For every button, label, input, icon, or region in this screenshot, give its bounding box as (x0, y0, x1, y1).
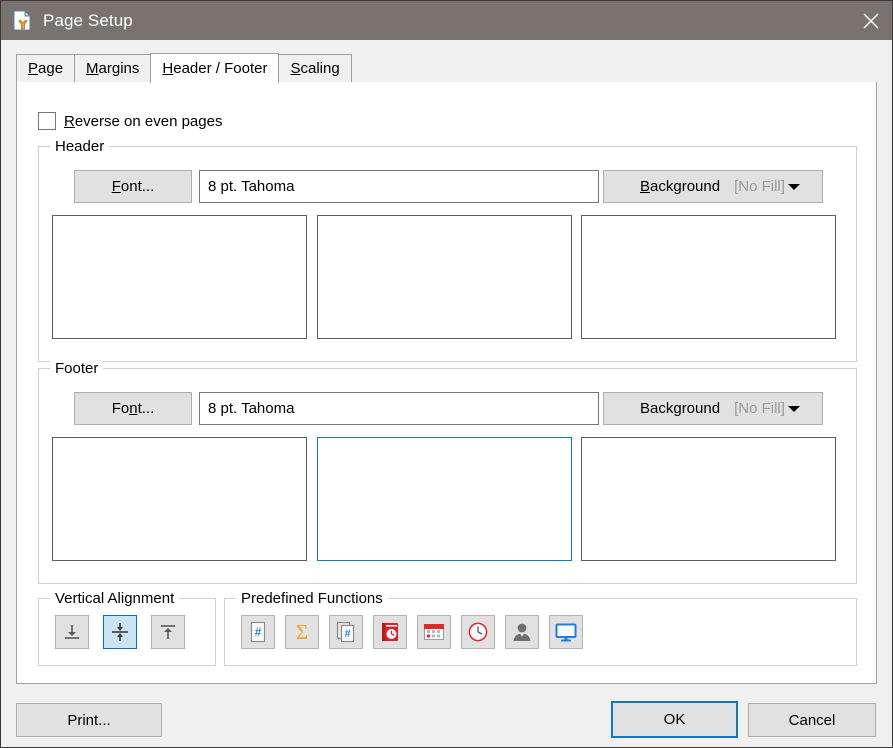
dialog-client-area: Page Margins Header / Footer Scaling Rev… (1, 40, 892, 747)
svg-text:#: # (344, 628, 350, 640)
chevron-down-icon (788, 406, 800, 412)
sum-sigma-icon[interactable]: Σ (285, 615, 319, 649)
align-bottom-icon[interactable] (55, 615, 89, 649)
footer-background-label: Background (640, 400, 720, 417)
tab-margins[interactable]: Margins (74, 54, 151, 82)
svg-text:Σ: Σ (296, 620, 308, 644)
header-footer-panel: Reverse on even pages Header Font... 8 p… (16, 82, 877, 684)
header-background-button[interactable]: Background [No Fill] (603, 170, 823, 203)
header-group-title: Header (50, 138, 109, 155)
reverse-on-even-pages-label: Reverse on even pages (64, 113, 222, 130)
cancel-button[interactable]: Cancel (748, 703, 876, 737)
print-button[interactable]: Print... (16, 703, 162, 737)
total-pages-icon[interactable]: # (329, 615, 363, 649)
reverse-on-even-pages-row[interactable]: Reverse on even pages (38, 112, 222, 130)
tab-strip: Page Margins Header / Footer Scaling (16, 54, 877, 83)
footer-center-textarea[interactable] (317, 437, 572, 561)
vertical-alignment-group-title: Vertical Alignment (50, 590, 179, 607)
user-icon[interactable] (505, 615, 539, 649)
align-top-icon[interactable] (151, 615, 185, 649)
footer-left-textarea[interactable] (52, 437, 307, 561)
align-middle-icon[interactable] (103, 615, 137, 649)
tab-page[interactable]: Page (16, 54, 75, 82)
footer-font-value[interactable]: 8 pt. Tahoma (199, 392, 599, 425)
clock-icon[interactable] (461, 615, 495, 649)
reverse-on-even-pages-checkbox[interactable] (38, 112, 56, 130)
predefined-functions-group: Predefined Functions # Σ (224, 598, 857, 666)
computer-icon[interactable] (549, 615, 583, 649)
svg-text:#: # (255, 625, 262, 639)
calendar-icon[interactable] (417, 615, 451, 649)
predefined-functions-group-title: Predefined Functions (236, 590, 388, 607)
page-setup-dialog: Page Setup Page Margins Header / Footer … (0, 0, 893, 748)
close-icon[interactable] (848, 1, 893, 40)
header-font-value[interactable]: 8 pt. Tahoma (199, 170, 599, 203)
footer-background-value: [No Fill] (734, 400, 785, 417)
tab-scaling[interactable]: Scaling (278, 54, 351, 82)
ok-button[interactable]: OK (611, 701, 738, 738)
page-number-icon[interactable]: # (241, 615, 275, 649)
footer-group: Footer Font... 8 pt. Tahoma Background [… (38, 368, 857, 584)
header-background-value: [No Fill] (734, 178, 785, 195)
footer-background-button[interactable]: Background [No Fill] (603, 392, 823, 425)
tab-header-footer[interactable]: Header / Footer (150, 53, 279, 83)
vertical-alignment-group: Vertical Alignment (38, 598, 216, 666)
header-center-textarea[interactable] (317, 215, 572, 339)
footer-right-textarea[interactable] (581, 437, 836, 561)
footer-font-button[interactable]: Font... (74, 392, 192, 425)
title-bar: Page Setup (1, 1, 893, 40)
header-font-button[interactable]: Font... (74, 170, 192, 203)
chevron-down-icon (788, 184, 800, 190)
date-book-icon[interactable] (373, 615, 407, 649)
header-right-textarea[interactable] (581, 215, 836, 339)
header-left-textarea[interactable] (52, 215, 307, 339)
header-background-label: Background (640, 178, 720, 195)
page-setup-icon (12, 10, 34, 32)
footer-group-title: Footer (50, 360, 103, 377)
window-title: Page Setup (43, 11, 133, 31)
header-group: Header Font... 8 pt. Tahoma Background [… (38, 146, 857, 362)
